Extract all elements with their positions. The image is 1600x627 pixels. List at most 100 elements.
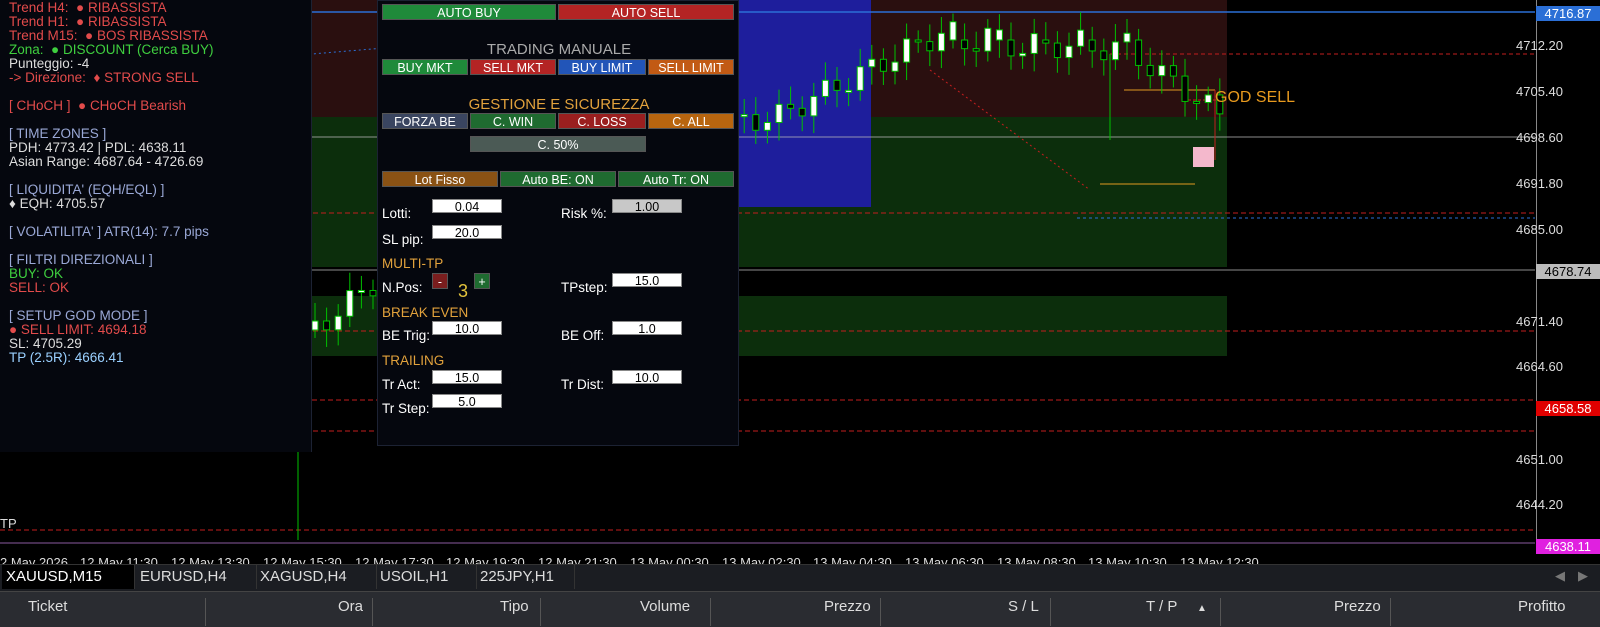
auto-tr-toggle[interactable]: Auto Tr: ON bbox=[618, 171, 734, 187]
status-dot-icon: ● bbox=[72, 14, 88, 29]
direzione-row: -> Direzione: ♦ STRONG SELL bbox=[9, 70, 199, 85]
auto-sell-button[interactable]: AUTO SELL bbox=[558, 4, 734, 20]
column-header[interactable]: Ora bbox=[338, 598, 363, 615]
candle-body bbox=[903, 38, 911, 63]
column-divider bbox=[205, 598, 206, 626]
sl-pip-label: SL pip: bbox=[382, 232, 424, 247]
candle-body bbox=[845, 89, 853, 93]
sell-limit-row: ● SELL LIMIT: 4694.18 bbox=[9, 322, 147, 337]
status-dot-icon: ● bbox=[9, 322, 21, 337]
candle-body bbox=[879, 58, 887, 72]
buy-mkt-button[interactable]: BUY MKT bbox=[382, 59, 468, 75]
sell-limit-button[interactable]: SELL LIMIT bbox=[648, 59, 734, 75]
scroll-left-icon[interactable]: ◀ bbox=[1555, 568, 1565, 584]
column-header[interactable]: Ticket bbox=[28, 598, 67, 615]
candle-body bbox=[1088, 39, 1096, 52]
status-dot-icon: ● bbox=[72, 0, 88, 15]
tr-step-input[interactable]: 5.0 bbox=[432, 394, 502, 409]
tab-225jpy-h1[interactable]: 225JPY,H1 bbox=[476, 565, 575, 589]
choch-label: [ CHoCH ] bbox=[9, 98, 71, 113]
candle-body bbox=[961, 39, 969, 50]
candle-body bbox=[346, 290, 354, 317]
price-tick: 4651.00 bbox=[1516, 452, 1563, 467]
column-header[interactable]: Tipo bbox=[500, 598, 529, 615]
drop-icon: ♦ bbox=[9, 196, 20, 211]
trailing-heading: TRAILING bbox=[382, 353, 445, 368]
close-loss-button[interactable]: C. LOSS bbox=[558, 113, 646, 129]
sort-asc-icon[interactable]: ▲ bbox=[1197, 603, 1207, 614]
be-trig-label: BE Trig: bbox=[382, 328, 431, 343]
lotti-input[interactable]: 0.04 bbox=[432, 199, 502, 214]
tab-xagusd-h4[interactable]: XAGUSD,H4 bbox=[256, 565, 377, 589]
red-level-badge: 4658.58 bbox=[1536, 401, 1600, 416]
be-trig-input[interactable]: 10.0 bbox=[432, 321, 502, 336]
column-divider bbox=[1390, 598, 1391, 626]
sl-pip-input[interactable]: 20.0 bbox=[432, 225, 502, 240]
npos-value: 3 bbox=[458, 281, 469, 301]
forza-be-button[interactable]: FORZA BE bbox=[382, 113, 468, 129]
trend-h4-row: Trend H4: ● RIBASSISTA bbox=[9, 0, 166, 15]
sell-limit-value: SELL LIMIT: 4694.18 bbox=[20, 322, 147, 337]
column-divider bbox=[540, 598, 541, 626]
tpstep-input[interactable]: 15.0 bbox=[612, 273, 682, 288]
scroll-right-icon[interactable]: ▶ bbox=[1578, 568, 1588, 584]
buy-limit-button[interactable]: BUY LIMIT bbox=[558, 59, 646, 75]
status-dot-icon: ● bbox=[81, 28, 97, 43]
tab-xauusd-m15[interactable]: XAUUSD,M15 bbox=[2, 565, 135, 589]
candle-body bbox=[1111, 41, 1119, 61]
close-win-button[interactable]: C. WIN bbox=[470, 113, 556, 129]
price-tick: 4685.00 bbox=[1516, 222, 1563, 237]
lot-fisso-button[interactable]: Lot Fisso bbox=[382, 171, 498, 187]
candle-body bbox=[1065, 45, 1073, 59]
sell-mkt-button[interactable]: SELL MKT bbox=[470, 59, 556, 75]
column-header[interactable]: S / L bbox=[1008, 598, 1039, 615]
filtri-heading: [ FILTRI DIREZIONALI ] bbox=[9, 252, 153, 267]
time-zones-heading: [ TIME ZONES ] bbox=[9, 126, 107, 141]
npos-plus-button[interactable]: + bbox=[474, 273, 490, 289]
direzione-label: -> Direzione: bbox=[9, 70, 86, 85]
eqh-row: ♦ EQH: 4705.57 bbox=[9, 196, 105, 211]
auto-buy-button[interactable]: AUTO BUY bbox=[382, 4, 556, 20]
tr-dist-input[interactable]: 10.0 bbox=[612, 370, 682, 385]
liquidita-heading: [ LIQUIDITA' (EQH/EQL) ] bbox=[9, 182, 165, 197]
info-panel: Trend H4: ● RIBASSISTA Trend H1: ● RIBAS… bbox=[0, 0, 312, 452]
tab-eurusd-h4[interactable]: EURUSD,H4 bbox=[136, 565, 257, 589]
candle-body bbox=[1204, 94, 1212, 104]
tab-usoil-h1[interactable]: USOIL,H1 bbox=[376, 565, 477, 589]
npos-label: N.Pos: bbox=[382, 280, 423, 295]
status-dot-icon: ● bbox=[74, 98, 90, 113]
column-header[interactable]: T / P bbox=[1146, 598, 1177, 615]
close-all-button[interactable]: C. ALL bbox=[648, 113, 734, 129]
tpstep-label: TPstep: bbox=[561, 280, 608, 295]
column-header[interactable]: Prezzo bbox=[824, 598, 871, 615]
column-header[interactable]: Prezzo bbox=[1334, 598, 1381, 615]
trend-h1-value: RIBASSISTA bbox=[87, 14, 167, 29]
candle-body bbox=[995, 29, 1003, 41]
magenta-level-badge: 4638.11 bbox=[1536, 539, 1600, 554]
trading-manuale-title: TRADING MANUALE bbox=[486, 41, 632, 58]
trend-m15-row: Trend M15: ● BOS RIBASSISTA bbox=[9, 28, 208, 43]
choch-row: [ CHoCH ] ● CHoCH Bearish bbox=[9, 98, 186, 113]
drop-icon: ♦ bbox=[89, 70, 105, 85]
candle-body bbox=[1181, 75, 1189, 102]
candle-body bbox=[868, 58, 876, 68]
auto-be-toggle[interactable]: Auto BE: ON bbox=[500, 171, 616, 187]
candle-body bbox=[334, 315, 342, 331]
tr-step-label: Tr Step: bbox=[382, 401, 430, 416]
npos-minus-button[interactable]: - bbox=[432, 273, 448, 289]
price-tick: 4671.40 bbox=[1516, 314, 1563, 329]
candle-body bbox=[1123, 32, 1131, 43]
column-header[interactable]: Volume bbox=[640, 598, 690, 615]
zona-row: Zona: ● DISCOUNT (Cerca BUY) bbox=[9, 42, 213, 57]
be-off-input[interactable]: 1.0 bbox=[612, 321, 682, 336]
tr-act-input[interactable]: 15.0 bbox=[432, 370, 502, 385]
candle-body bbox=[1042, 39, 1050, 44]
setup-heading: [ SETUP GOD MODE ] bbox=[9, 308, 148, 323]
risk-input[interactable]: 1.00 bbox=[612, 199, 682, 214]
candle-body bbox=[914, 39, 922, 43]
eqh-value: EQH: 4705.57 bbox=[19, 196, 106, 211]
trend-m15-label: Trend M15: bbox=[9, 28, 78, 43]
close-50-button[interactable]: C. 50% bbox=[470, 136, 646, 152]
column-header[interactable]: Profitto bbox=[1518, 598, 1566, 615]
price-tick: 4705.40 bbox=[1516, 84, 1563, 99]
